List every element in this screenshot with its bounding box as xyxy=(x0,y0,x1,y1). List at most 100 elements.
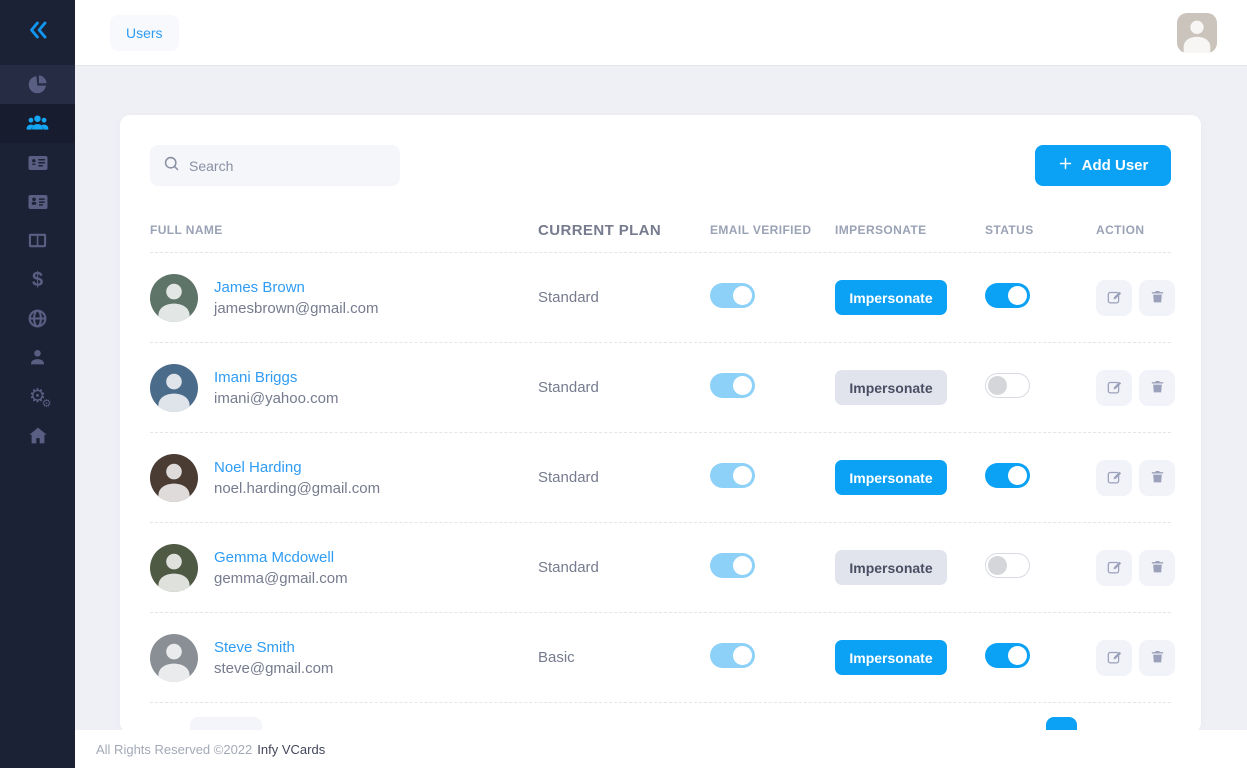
user-avatar xyxy=(150,634,198,682)
toggle-knob xyxy=(988,556,1007,575)
add-user-button[interactable]: Add User xyxy=(1035,145,1171,186)
action-cell xyxy=(1096,640,1175,676)
toggle-knob xyxy=(733,286,752,305)
impersonate-cell: Impersonate xyxy=(835,370,985,405)
column-header-impersonate: IMPERSONATE xyxy=(835,223,985,237)
edit-button[interactable] xyxy=(1096,370,1132,406)
email-verified-toggle[interactable] xyxy=(710,283,755,308)
status-toggle[interactable] xyxy=(985,463,1030,488)
delete-button[interactable] xyxy=(1139,550,1175,586)
double-chevron-left-icon xyxy=(25,17,51,48)
sidebar-nav: $ ⚙⚙ xyxy=(0,65,75,455)
action-cell xyxy=(1096,550,1175,586)
status-toggle[interactable] xyxy=(985,553,1030,578)
email-verified-toggle[interactable] xyxy=(710,463,755,488)
edit-icon xyxy=(1105,287,1124,309)
delete-button[interactable] xyxy=(1139,640,1175,676)
user-cell: Gemma Mcdowell gemma@gmail.com xyxy=(150,544,538,592)
sidebar-collapse-button[interactable] xyxy=(0,0,75,65)
email-verified-toggle[interactable] xyxy=(710,373,755,398)
edit-button[interactable] xyxy=(1096,460,1132,496)
user-meta: Imani Briggs imani@yahoo.com xyxy=(214,369,338,407)
breadcrumb[interactable]: Users xyxy=(110,15,179,51)
search-icon xyxy=(162,154,181,178)
profile-avatar[interactable] xyxy=(1177,13,1217,53)
edit-button[interactable] xyxy=(1096,550,1132,586)
sidebar-item-settings[interactable]: ⚙⚙ xyxy=(0,377,75,416)
impersonate-button[interactable]: Impersonate xyxy=(835,280,947,315)
sidebar-item-home[interactable] xyxy=(0,416,75,455)
columns-icon xyxy=(26,229,49,252)
card-toolbar: Add User xyxy=(150,145,1171,186)
user-cell: Noel Harding noel.harding@gmail.com xyxy=(150,454,538,502)
table-header: FULL NAME CURRENT PLAN EMAIL VERIFIED IM… xyxy=(150,208,1171,253)
user-email: jamesbrown@gmail.com xyxy=(214,300,378,317)
user-name-link[interactable]: James Brown xyxy=(214,279,378,296)
gears-icon: ⚙⚙ xyxy=(26,385,50,409)
user-avatar xyxy=(150,544,198,592)
sidebar-item-vcards[interactable] xyxy=(0,143,75,182)
toggle-knob xyxy=(733,376,752,395)
main-content: Add User FULL NAME CURRENT PLAN EMAIL VE… xyxy=(75,65,1247,768)
user-meta: James Brown jamesbrown@gmail.com xyxy=(214,279,378,317)
impersonate-button[interactable]: Impersonate xyxy=(835,550,947,585)
column-header-current-plan: CURRENT PLAN xyxy=(538,222,710,239)
trash-icon xyxy=(1149,378,1166,398)
trash-icon xyxy=(1149,648,1166,668)
user-name-link[interactable]: Noel Harding xyxy=(214,459,380,476)
user-cell: Steve Smith steve@gmail.com xyxy=(150,634,538,682)
email-verified-toggle[interactable] xyxy=(710,553,755,578)
edit-button[interactable] xyxy=(1096,280,1132,316)
status-cell xyxy=(985,463,1096,493)
edit-icon xyxy=(1105,467,1124,489)
status-toggle[interactable] xyxy=(985,643,1030,668)
delete-button[interactable] xyxy=(1139,460,1175,496)
delete-button[interactable] xyxy=(1139,280,1175,316)
trash-icon xyxy=(1149,468,1166,488)
sidebar-item-dashboard[interactable] xyxy=(0,65,75,104)
sidebar: $ ⚙⚙ xyxy=(0,0,75,768)
column-header-full-name: FULL NAME xyxy=(150,223,538,237)
pie-chart-icon xyxy=(26,73,49,96)
user-cell: James Brown jamesbrown@gmail.com xyxy=(150,274,538,322)
sidebar-item-templates[interactable] xyxy=(0,221,75,260)
user-name-link[interactable]: Gemma Mcdowell xyxy=(214,549,348,566)
status-toggle[interactable] xyxy=(985,373,1030,398)
footer-brand: Infy VCards xyxy=(257,742,325,757)
status-cell xyxy=(985,643,1096,673)
action-cell xyxy=(1096,370,1175,406)
sidebar-item-contacts[interactable] xyxy=(0,182,75,221)
sidebar-item-profile[interactable] xyxy=(0,338,75,377)
page-title: Users xyxy=(126,25,163,41)
user-name-link[interactable]: Imani Briggs xyxy=(214,369,338,386)
impersonate-cell: Impersonate xyxy=(835,460,985,495)
footer: All Rights Reserved ©2022 Infy VCards xyxy=(75,730,1247,768)
impersonate-cell: Impersonate xyxy=(835,550,985,585)
action-cell xyxy=(1096,460,1175,496)
email-verified-cell xyxy=(710,553,835,583)
user-name-link[interactable]: Steve Smith xyxy=(214,639,333,656)
footer-copyright: All Rights Reserved ©2022 xyxy=(96,742,252,757)
sidebar-item-domains[interactable] xyxy=(0,299,75,338)
person-icon xyxy=(26,346,49,369)
search-box xyxy=(150,145,400,186)
sidebar-item-users[interactable] xyxy=(0,104,75,143)
email-verified-cell xyxy=(710,643,835,673)
status-toggle[interactable] xyxy=(985,283,1030,308)
toggle-knob xyxy=(733,556,752,575)
user-email: noel.harding@gmail.com xyxy=(214,480,380,497)
current-plan-value: Standard xyxy=(538,289,710,306)
current-plan-value: Basic xyxy=(538,649,710,666)
impersonate-button[interactable]: Impersonate xyxy=(835,370,947,405)
user-meta: Gemma Mcdowell gemma@gmail.com xyxy=(214,549,348,587)
impersonate-button[interactable]: Impersonate xyxy=(835,460,947,495)
sidebar-item-billing[interactable]: $ xyxy=(0,260,75,299)
email-verified-toggle[interactable] xyxy=(710,643,755,668)
search-input[interactable] xyxy=(189,158,388,174)
table-row: Steve Smith steve@gmail.com Basic Impers… xyxy=(150,613,1171,703)
edit-button[interactable] xyxy=(1096,640,1132,676)
dollar-icon: $ xyxy=(32,270,43,290)
table-body: James Brown jamesbrown@gmail.com Standar… xyxy=(150,253,1171,703)
impersonate-button[interactable]: Impersonate xyxy=(835,640,947,675)
delete-button[interactable] xyxy=(1139,370,1175,406)
